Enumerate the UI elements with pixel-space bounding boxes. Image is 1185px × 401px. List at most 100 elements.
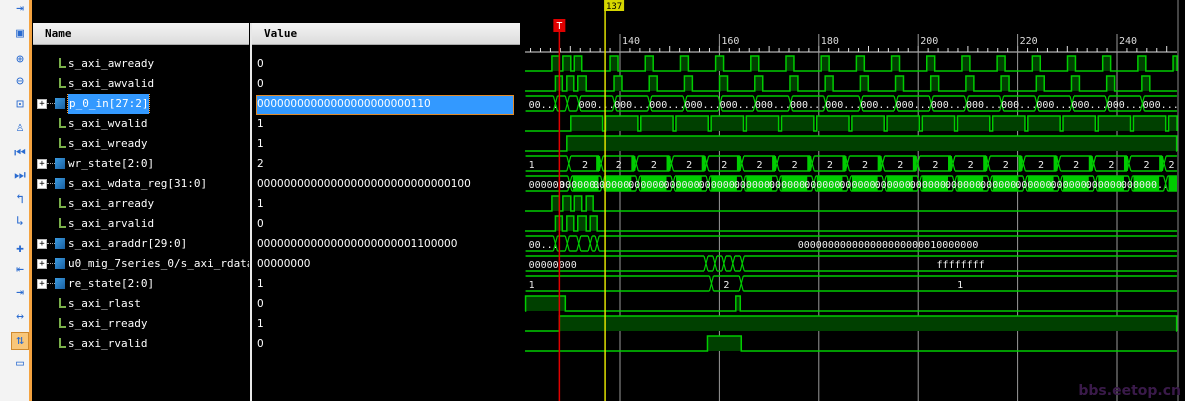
signal-value-row[interactable]: 1 bbox=[256, 194, 514, 214]
ruler-label: 220 bbox=[1020, 36, 1038, 47]
previous-transition-icon[interactable]: ↰ bbox=[12, 192, 28, 208]
bus-value-label: 000... bbox=[896, 100, 932, 111]
signal-value: 0 bbox=[257, 58, 264, 70]
bus-value-label: 2 bbox=[686, 160, 692, 171]
waveform-s-axi-arvalid bbox=[525, 215, 1177, 232]
signal-name-row[interactable]: + u0_mig_7series_0/s_axi_rdata[31:0] bbox=[33, 254, 249, 274]
toggle-block bbox=[701, 156, 706, 171]
bus-transition bbox=[587, 235, 593, 252]
signal-value-row[interactable]: 00000000000000000000000000000100 bbox=[256, 174, 514, 194]
signal-name-row[interactable]: + re_state[2:0] bbox=[33, 274, 249, 294]
signal-value-row[interactable]: 0 bbox=[256, 74, 514, 94]
expand-toggle-icon[interactable]: + bbox=[37, 99, 47, 109]
signal-name-row[interactable]: s_axi_arready bbox=[33, 194, 249, 214]
bit-signal-icon bbox=[59, 318, 66, 328]
bus-value-label: 2 bbox=[897, 160, 903, 171]
toggle-block bbox=[666, 156, 671, 171]
next-marker-icon[interactable]: ⇥ bbox=[12, 285, 28, 301]
expand-icon[interactable]: ⇥ bbox=[12, 1, 28, 17]
high-level-fill bbox=[1036, 76, 1045, 91]
signal-name-row[interactable]: s_axi_rready bbox=[33, 314, 249, 334]
high-level-fill bbox=[566, 216, 574, 231]
waveform-canvas[interactable]: 140 160 180 200 220 240 00... 000... 000... 000..… bbox=[520, 0, 1185, 401]
high-level-fill bbox=[895, 76, 904, 91]
signal-name-row[interactable]: s_axi_awvalid bbox=[33, 74, 249, 94]
signal-value-row[interactable]: 00000000 bbox=[256, 254, 514, 274]
name-column-header[interactable]: Name bbox=[33, 23, 249, 45]
toggle-block bbox=[948, 156, 952, 171]
bus-value-label: 000... bbox=[684, 100, 720, 111]
marker-label: T bbox=[556, 21, 562, 32]
go-to-start-icon[interactable]: ⏮ bbox=[12, 146, 28, 162]
expand-toggle-icon[interactable]: + bbox=[37, 239, 47, 249]
save-icon[interactable]: ▣ bbox=[12, 26, 28, 42]
bus-value-label: 000... bbox=[1143, 100, 1179, 111]
bus-value-label: 000... bbox=[931, 100, 967, 111]
tree-connector bbox=[47, 283, 55, 284]
waveform-s-axi-rlast bbox=[524, 295, 1177, 312]
signal-value-row[interactable]: 0 bbox=[256, 334, 514, 354]
signal-value-row[interactable]: 1 bbox=[256, 114, 514, 134]
signal-value-row[interactable]: 0 bbox=[256, 54, 514, 74]
bus-value-label: 000... bbox=[755, 100, 791, 111]
signal-value-row[interactable]: 1 bbox=[256, 314, 514, 334]
toggle-block bbox=[842, 156, 847, 171]
signal-name-row[interactable]: + wr_state[2:0] bbox=[33, 154, 249, 174]
signal-name-row[interactable]: + s_axi_araddr[29:0] bbox=[33, 234, 249, 254]
signal-name-row[interactable]: s_axi_arvalid bbox=[33, 214, 249, 234]
high-level-fill bbox=[586, 196, 594, 211]
expand-toggle-icon[interactable]: + bbox=[37, 259, 47, 269]
bus-value-label: 1 bbox=[957, 280, 963, 291]
bus-transition bbox=[708, 275, 715, 292]
signal-name-row[interactable]: s_axi_wready bbox=[33, 134, 249, 154]
floating-ruler-icon[interactable]: ▭ bbox=[12, 356, 28, 372]
high-level-fill bbox=[551, 56, 560, 71]
signal-name-row[interactable]: s_axi_rlast bbox=[33, 294, 249, 314]
high-level-fill bbox=[750, 56, 759, 71]
bus-transition bbox=[738, 275, 744, 292]
bit-signal-icon bbox=[59, 138, 66, 148]
expand-toggle-icon[interactable]: + bbox=[37, 179, 47, 189]
swap-cursors-icon[interactable]: ↔ bbox=[12, 309, 28, 325]
signal-name-row[interactable]: + s_axi_wdata_reg[31:0] bbox=[33, 174, 249, 194]
high-level-fill bbox=[1032, 56, 1041, 71]
high-level-fill bbox=[1137, 56, 1146, 71]
high-level-fill bbox=[1141, 76, 1150, 91]
signal-value-row[interactable]: 0 bbox=[256, 294, 514, 314]
signal-name-row[interactable]: s_axi_wvalid bbox=[33, 114, 249, 134]
bus-value-label: 000... bbox=[614, 100, 650, 111]
signal-value-row[interactable]: 2 bbox=[256, 154, 514, 174]
signal-value-row[interactable]: 1 bbox=[256, 274, 514, 294]
signal-value-row[interactable]: 1 bbox=[256, 134, 514, 154]
signal-name-row[interactable]: s_axi_rvalid bbox=[33, 334, 249, 354]
zoom-fit-icon[interactable]: ⊡ bbox=[12, 97, 28, 113]
signal-name-row[interactable]: s_axi_awready bbox=[33, 54, 249, 74]
high-level-fill bbox=[851, 116, 885, 131]
expand-toggle-icon[interactable]: + bbox=[37, 279, 47, 289]
tree-connector bbox=[47, 263, 55, 264]
high-level-fill bbox=[922, 116, 955, 131]
column-divider[interactable] bbox=[250, 23, 252, 401]
bus-signal-icon bbox=[55, 158, 65, 169]
zoom-in-icon[interactable]: ⊕ bbox=[12, 52, 28, 68]
expand-toggle-icon[interactable]: + bbox=[37, 159, 47, 169]
snap-to-transition-icon[interactable]: ⇅ bbox=[11, 332, 29, 350]
bus-value-label: 000... bbox=[1072, 100, 1108, 111]
zoom-cursor-icon[interactable]: ♙ bbox=[12, 120, 28, 136]
signal-trace bbox=[525, 335, 1177, 352]
signal-value-row[interactable]: 000000000000000000000001100000 bbox=[256, 234, 514, 254]
signal-value-row[interactable]: 00000000000000000000000110 bbox=[256, 94, 514, 115]
high-level-fill bbox=[562, 56, 571, 71]
high-level-fill bbox=[930, 76, 939, 91]
previous-marker-icon[interactable]: ⇤ bbox=[12, 262, 28, 278]
waveform-s-axi-awready bbox=[525, 55, 1178, 72]
go-to-end-icon[interactable]: ⏭ bbox=[12, 168, 28, 184]
value-column-header[interactable]: Value bbox=[252, 23, 520, 45]
zoom-out-icon[interactable]: ⊖ bbox=[12, 74, 28, 90]
bit-signal-icon bbox=[59, 198, 66, 208]
signal-name-row[interactable]: + p_0_in[27:2] bbox=[33, 94, 249, 114]
next-transition-icon[interactable]: ↳ bbox=[12, 214, 28, 230]
high-level-fill bbox=[1133, 116, 1166, 131]
add-marker-icon[interactable]: ✚ bbox=[12, 241, 28, 257]
signal-value-row[interactable]: 0 bbox=[256, 214, 514, 234]
